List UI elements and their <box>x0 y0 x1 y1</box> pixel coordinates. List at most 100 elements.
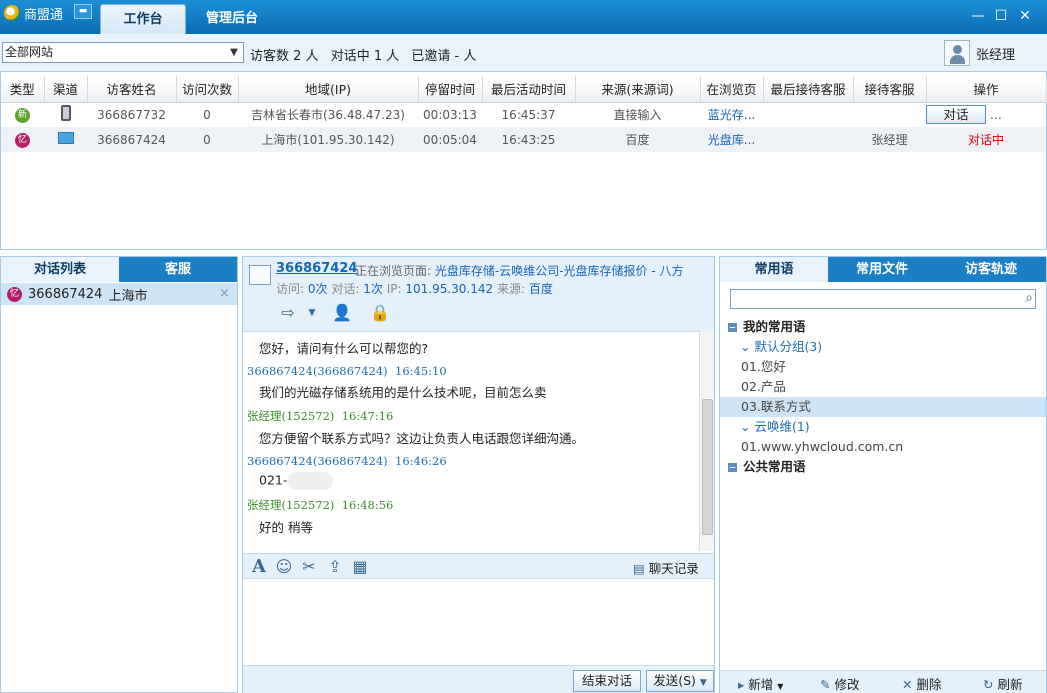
minimize-button[interactable]: — <box>970 8 986 24</box>
table-row[interactable]: 新 366867732 0 吉林省长春市(36.48.47.23) 00:03:… <box>1 102 1046 127</box>
column-header[interactable]: 最后接待客服 <box>763 76 854 103</box>
collapse-icon[interactable] <box>728 463 737 472</box>
browsing-label: 正在浏览页面: <box>355 264 432 278</box>
close-icon[interactable]: × <box>219 286 230 301</box>
column-header[interactable]: 接待客服 <box>853 76 927 103</box>
tab-visitor-trail[interactable]: 访客轨迹 <box>936 257 1046 282</box>
site-select-value: 全部网站 <box>5 45 54 59</box>
delete-icon: ✕ <box>902 677 913 692</box>
conversation-item[interactable]: 忆 366867424 上海市 <box>1 283 237 305</box>
column-header[interactable]: 操作 <box>926 76 1047 103</box>
chat-history-button[interactable]: ▤ 聊天记录 <box>633 558 699 577</box>
tab-workbench[interactable]: 工作台 <box>100 4 186 34</box>
tab-quick-replies[interactable]: 常用语 <box>720 257 828 282</box>
tree-my-phrases[interactable]: 我的常用语 <box>720 317 1046 337</box>
message-input[interactable] <box>243 579 714 665</box>
transfer-icon[interactable]: ⇨ <box>277 303 299 323</box>
visitor-region: 上海市(101.95.30.142) <box>238 127 418 152</box>
invited-count: 已邀请 - 人 <box>411 49 477 64</box>
column-header[interactable]: 在浏览页 <box>700 76 764 103</box>
chat-scrollbar[interactable] <box>699 331 714 551</box>
talks-label: 对话: <box>331 282 360 296</box>
chevron-down-icon: ▼ <box>777 682 784 691</box>
tree-group-default[interactable]: ⌄ 默认分组(3) <box>720 337 1046 357</box>
last-agent <box>763 102 853 127</box>
emoji-icon[interactable]: ☺ <box>274 557 294 577</box>
ip-value: 101.95.30.142 <box>405 282 494 296</box>
transfer-dropdown-icon[interactable]: ▼ <box>301 303 323 323</box>
tree-item[interactable]: 02.产品 <box>720 377 1046 397</box>
column-header[interactable]: 访客姓名 <box>87 76 177 103</box>
table-row[interactable]: 忆 366867424 0 上海市(101.95.30.142) 00:05:0… <box>1 127 1046 152</box>
delete-button[interactable]: ✕ 删除 <box>902 674 941 693</box>
last-agent <box>763 127 853 152</box>
column-header[interactable]: 最后活动时间 <box>482 76 576 103</box>
current-user[interactable]: 张经理 <box>944 39 1044 67</box>
tab-conversation-list[interactable]: 对话列表 <box>1 257 119 282</box>
add-label: 新增 <box>748 677 774 692</box>
column-header[interactable]: 地域(IP) <box>238 76 419 103</box>
send-file-icon[interactable]: ⇪ <box>325 557 345 577</box>
tab-common-files[interactable]: 常用文件 <box>828 257 936 282</box>
new-visitor-icon: 新 <box>15 108 30 124</box>
visitor-card-icon[interactable] <box>249 265 271 285</box>
search-input[interactable]: ⌕ <box>730 289 1036 309</box>
conversation-id: 366867424 <box>28 286 103 302</box>
history-label: 聊天记录 <box>648 561 699 576</box>
tree-group-cloud[interactable]: ⌄ 云唤维(1) <box>720 417 1046 437</box>
refresh-button[interactable]: ↻ 刷新 <box>983 674 1022 693</box>
tab-agents[interactable]: 客服 <box>119 257 237 282</box>
browsing-page-link[interactable]: 蓝光存... <box>700 102 763 127</box>
visitor-id-link[interactable]: 366867424 <box>276 261 357 276</box>
tree-item-selected[interactable]: 03.联系方式 <box>720 397 1046 417</box>
column-header[interactable]: 类型 <box>1 76 45 103</box>
close-window-button[interactable]: ✕ <box>1017 8 1033 24</box>
right-tabs: 常用语 常用文件 访客轨迹 <box>720 257 1046 282</box>
maximize-button[interactable]: ☐ <box>993 8 1009 24</box>
browsing-info: 正在浏览页面: 光盘库存储-云唤维公司-光盘库存储报价 - 八方 <box>355 262 713 279</box>
message-sender: 张经理(152572) <box>247 409 335 423</box>
edit-button[interactable]: ✎ 修改 <box>820 674 859 693</box>
add-button[interactable]: ▸ 新增 ▼ <box>738 674 783 693</box>
stay-time: 00:03:13 <box>423 107 477 122</box>
chevron-down-icon: ▼ <box>699 678 707 688</box>
edit-label: 修改 <box>834 677 860 692</box>
collapse-icon[interactable] <box>728 323 737 332</box>
returning-visitor-icon: 忆 <box>15 133 30 148</box>
message-header: 366867424(366867424) 16:46:26 <box>247 454 714 468</box>
pencil-icon: ✎ <box>820 677 831 692</box>
browsing-page-link[interactable]: 光盘库... <box>700 127 763 152</box>
invite-button[interactable]: 邀请 <box>989 105 1046 125</box>
chat-panel: 366867424 正在浏览页面: 光盘库存储-云唤维公司-光盘库存储报价 - … <box>242 256 715 693</box>
message-text: 好的 稍等 <box>259 520 313 535</box>
visitor-list-panel: 类型 渠道 访客姓名 访问次数 地域(IP) 停留时间 最后活动时间 来源(来源… <box>0 72 1047 250</box>
tree-item[interactable]: 01.www.yhwcloud.com.cn <box>720 437 1046 457</box>
site-select[interactable]: 全部网站 ▼ <box>2 42 244 63</box>
browsing-page[interactable]: 光盘库存储-云唤维公司-光盘库存储报价 - 八方 <box>435 264 684 278</box>
tree-item[interactable]: 01.您好 <box>720 357 1046 377</box>
app-menu-dropdown-icon[interactable]: ▬ <box>74 4 92 19</box>
visit-count: 0 <box>203 107 211 122</box>
talks-value: 1次 <box>363 282 383 296</box>
lock-icon[interactable]: 🔒 <box>369 303 391 323</box>
column-header[interactable]: 访问次数 <box>176 76 239 103</box>
toolbar: 全部网站 ▼ 访客数 2 人 对话中 1 人 已邀请 - 人 张经理 <box>0 34 1047 72</box>
column-header[interactable]: 渠道 <box>44 76 88 103</box>
calculator-icon[interactable]: ▦ <box>350 557 370 577</box>
chevron-down-icon: ▼ <box>230 47 238 58</box>
screenshot-icon[interactable]: ✂ <box>299 557 319 577</box>
phrase-actions: ▸ 新增 ▼ ✎ 修改 ✕ 删除 ↻ 刷新 <box>720 670 1046 693</box>
source-label: 来源: <box>496 282 526 296</box>
scrollbar-thumb[interactable] <box>702 399 713 535</box>
column-header[interactable]: 停留时间 <box>418 76 483 103</box>
send-button[interactable]: 发送(S) ▼ <box>646 670 714 692</box>
search-icon[interactable]: ⌕ <box>1025 290 1033 306</box>
font-icon[interactable]: A <box>249 557 269 577</box>
tab-admin[interactable]: 管理后台 <box>190 4 274 34</box>
column-header[interactable]: 来源(来源词) <box>575 76 701 103</box>
chat-button[interactable]: 对话 <box>926 105 986 125</box>
app-logo-icon <box>4 5 20 21</box>
tree-public-phrases[interactable]: 公共常用语 <box>720 457 1046 477</box>
end-chat-button[interactable]: 结束对话 <box>573 670 641 692</box>
assign-user-icon[interactable]: 👤 <box>331 303 353 323</box>
